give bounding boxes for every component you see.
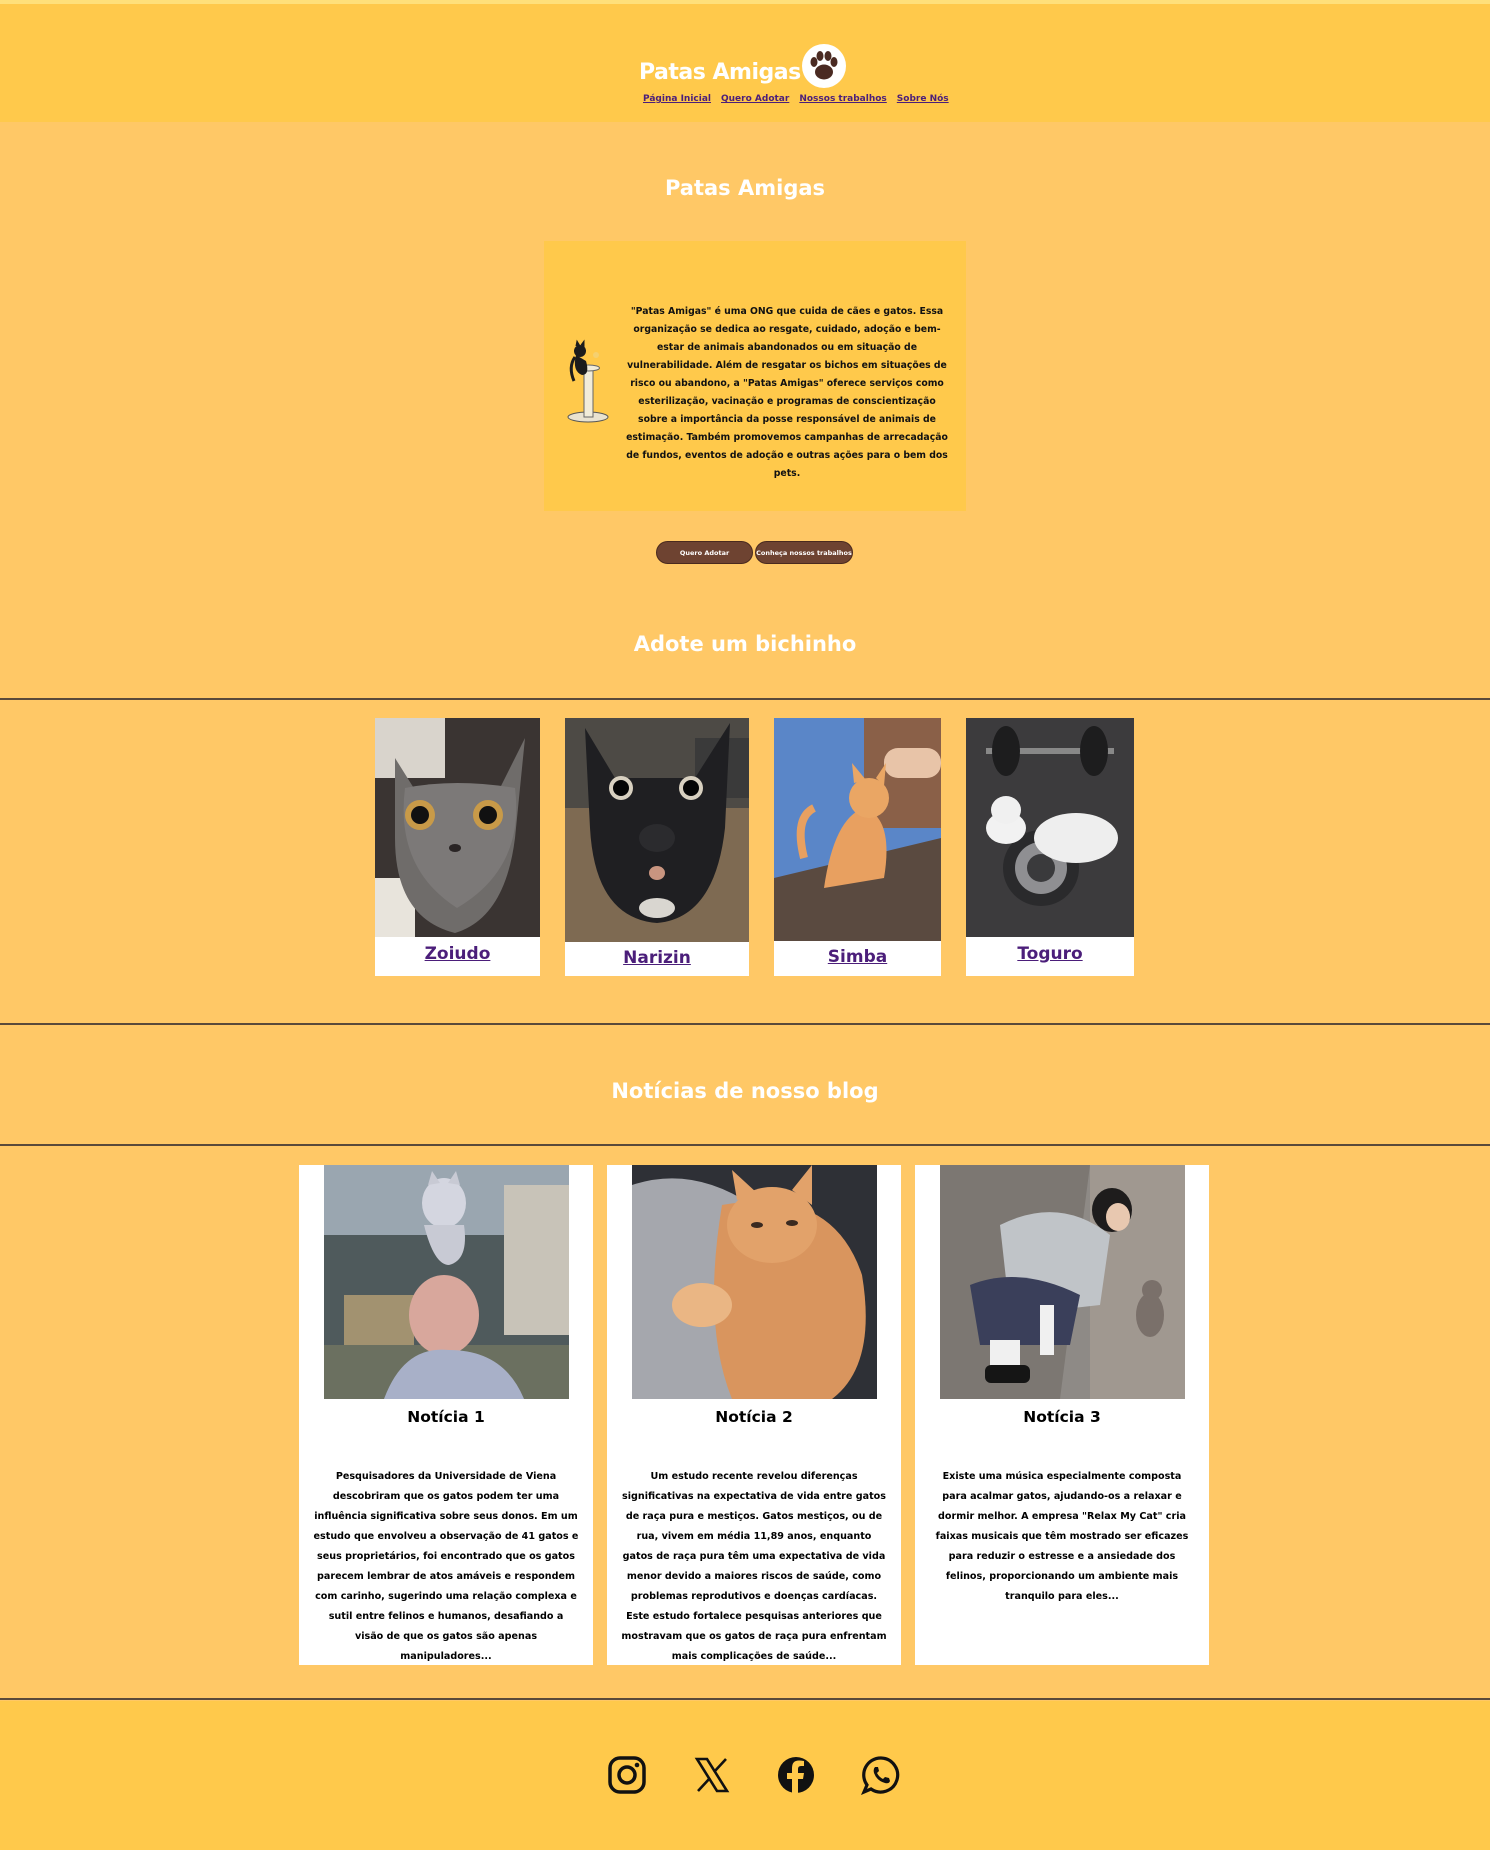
whatsapp-icon[interactable] xyxy=(860,1755,901,1796)
news-excerpt: Existe uma música especialmente composta… xyxy=(935,1471,1189,1602)
about-box: "Patas Amigas" é uma ONG que cuida de cã… xyxy=(544,241,966,511)
news-card-3[interactable]: Notícia 3 Existe uma música especialment… xyxy=(915,1165,1209,1665)
main-nav: Página Inicial Quero Adotar Nossos traba… xyxy=(643,94,949,104)
news-photo-3[interactable] xyxy=(940,1165,1185,1399)
instagram-icon[interactable] xyxy=(607,1755,647,1795)
brand-name[interactable]: Patas Amigas xyxy=(639,60,801,85)
nav-link-our-work[interactable]: Nossos trabalhos xyxy=(799,94,886,104)
news-card-1[interactable]: Notícia 1 Pesquisadores da Universidade … xyxy=(299,1165,593,1665)
pet-card-toguro[interactable]: Toguro xyxy=(966,718,1134,976)
news-title[interactable]: Notícia 3 xyxy=(915,1408,1209,1426)
nav-link-adopt[interactable]: Quero Adotar xyxy=(721,94,789,104)
pet-card-zoiudo[interactable]: Zoiudo xyxy=(375,718,540,976)
nav-link-about[interactable]: Sobre Nós xyxy=(897,94,949,104)
nav-link-home[interactable]: Página Inicial xyxy=(643,94,711,104)
pet-photo-narizin[interactable] xyxy=(565,718,749,942)
divider xyxy=(0,1698,1490,1700)
about-text: "Patas Amigas" é uma ONG que cuida de cã… xyxy=(626,306,948,479)
hero-title: Patas Amigas xyxy=(664,176,826,200)
x-icon[interactable] xyxy=(692,1755,732,1795)
paw-icon[interactable] xyxy=(802,44,846,88)
news-photo-2[interactable] xyxy=(632,1165,877,1399)
site-header: Patas Amigas Página Inicial Quero Adotar… xyxy=(0,4,1490,122)
our-work-button[interactable]: Conheça nossos trabalhos xyxy=(755,541,853,564)
adopt-button[interactable]: Quero Adotar xyxy=(656,541,753,564)
facebook-icon[interactable] xyxy=(776,1755,816,1795)
site-footer xyxy=(0,1701,1490,1850)
divider xyxy=(0,1144,1490,1146)
pet-card-narizin[interactable]: Narizin xyxy=(565,718,749,976)
adopt-section-title: Adote um bichinho xyxy=(633,632,857,656)
pet-name-link[interactable]: Zoiudo xyxy=(375,944,540,964)
news-title[interactable]: Notícia 2 xyxy=(607,1408,901,1426)
news-excerpt: Um estudo recente revelou diferenças sig… xyxy=(621,1471,887,1662)
pet-name-link[interactable]: Simba xyxy=(774,947,941,967)
blog-section-title: Notícias de nosso blog xyxy=(611,1079,879,1103)
cat-scratching-post-icon xyxy=(567,339,609,423)
news-photo-1[interactable] xyxy=(324,1165,569,1399)
pet-name-link[interactable]: Narizin xyxy=(565,948,749,968)
news-title[interactable]: Notícia 1 xyxy=(299,1408,593,1426)
hero-buttons: Quero Adotar Conheça nossos trabalhos xyxy=(656,541,853,564)
news-card-2[interactable]: Notícia 2 Um estudo recente revelou dife… xyxy=(607,1165,901,1665)
pet-name-link[interactable]: Toguro xyxy=(966,944,1134,964)
divider xyxy=(0,698,1490,700)
pet-photo-simba[interactable] xyxy=(774,718,941,941)
pet-card-simba[interactable]: Simba xyxy=(774,718,941,976)
divider xyxy=(0,1023,1490,1025)
pet-photo-toguro[interactable] xyxy=(966,718,1134,937)
pet-photo-zoiudo[interactable] xyxy=(375,718,540,937)
news-excerpt: Pesquisadores da Universidade de Viena d… xyxy=(313,1471,579,1662)
